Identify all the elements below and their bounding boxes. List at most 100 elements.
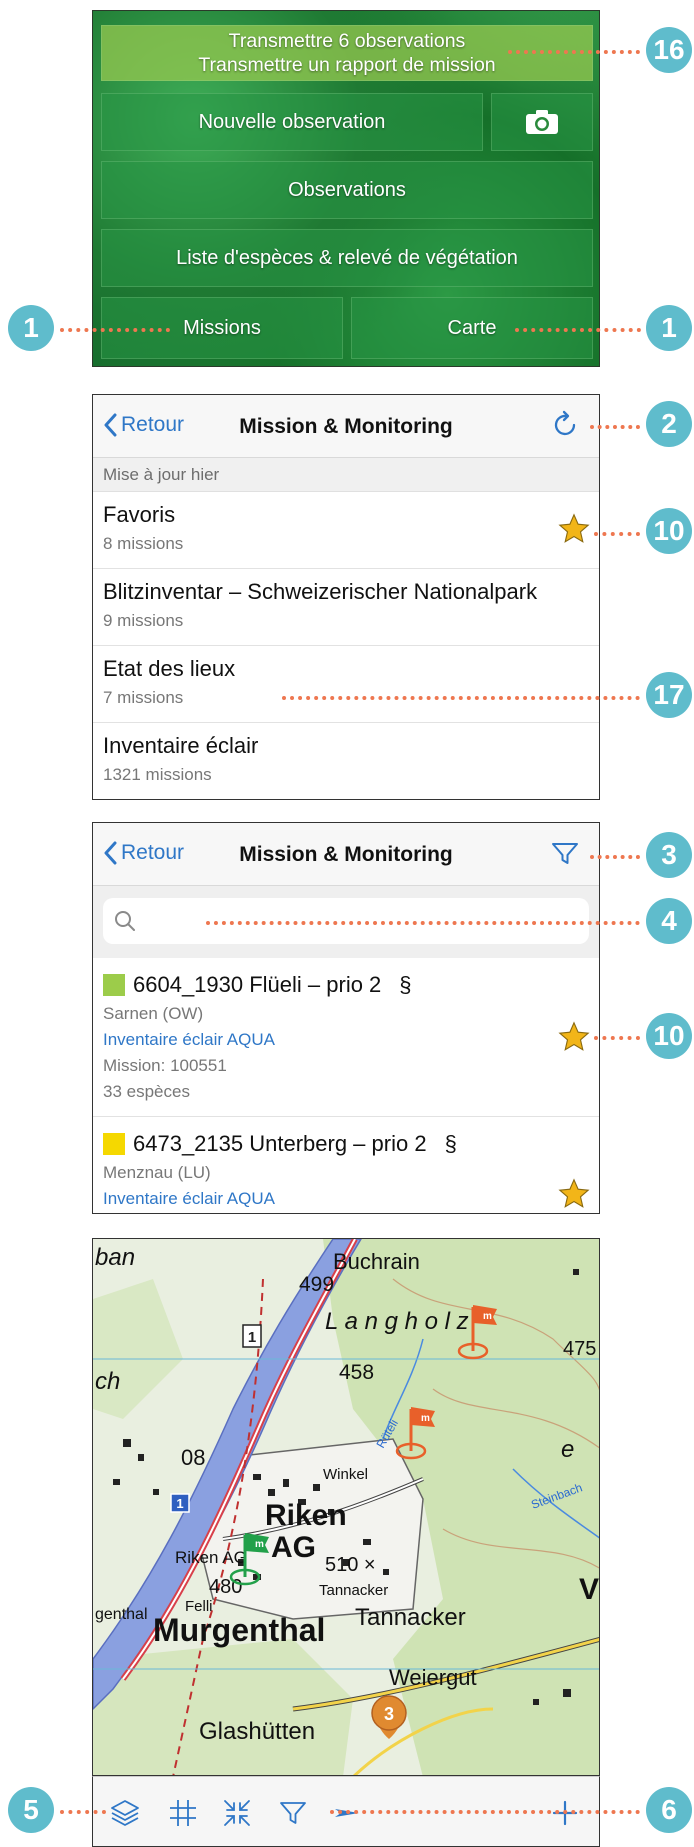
list-item-title: Inventaire éclair bbox=[103, 733, 259, 758]
observations-button[interactable]: Observations bbox=[101, 161, 593, 219]
mission-title: 6473_2135 Unterberg – prio 2 § bbox=[103, 1131, 457, 1157]
svg-text:m: m bbox=[421, 1413, 430, 1424]
callout-badge: 4 bbox=[646, 898, 692, 944]
list-item-favorites[interactable]: Favoris 8 missions bbox=[93, 492, 599, 569]
callout-badge: 1 bbox=[8, 305, 54, 351]
species-list-label: Liste d'espèces & relevé de végétation bbox=[176, 246, 518, 269]
map-label: Carte bbox=[447, 316, 497, 339]
callout-line bbox=[508, 50, 640, 54]
cluster-count: 3 bbox=[384, 1704, 394, 1724]
callout-badge: 1 bbox=[646, 305, 692, 351]
callout-line bbox=[60, 1810, 106, 1814]
svg-text:m: m bbox=[255, 1539, 264, 1550]
camera-button[interactable] bbox=[491, 93, 593, 151]
map-label: Riken bbox=[265, 1499, 347, 1532]
star-icon[interactable] bbox=[557, 1177, 591, 1211]
map-label: L a n g h o l z bbox=[325, 1308, 469, 1335]
map-label: e bbox=[561, 1436, 574, 1463]
filter-icon[interactable] bbox=[277, 1797, 309, 1829]
map-label: 08 bbox=[181, 1445, 205, 1470]
new-observation-button[interactable]: Nouvelle observation bbox=[101, 93, 483, 151]
list-item[interactable]: Etat des lieux 7 missions bbox=[93, 646, 599, 723]
layers-icon[interactable] bbox=[109, 1797, 141, 1829]
callout-badge: 17 bbox=[646, 672, 692, 718]
missions-label: Missions bbox=[183, 316, 261, 339]
mission-search-panel: Retour Mission & Monitoring 6604_1930 Fl… bbox=[92, 822, 600, 1214]
mission-program-link[interactable]: Inventaire éclair AQUA bbox=[103, 1030, 275, 1050]
update-status: Mise à jour hier bbox=[93, 458, 599, 492]
topographic-map[interactable]: 1 1 ban ch Buchrain 499 L a n g h o l z … bbox=[93, 1239, 600, 1776]
list-item-title: Etat des lieux bbox=[103, 656, 236, 681]
map-label: ch bbox=[95, 1368, 120, 1395]
callout-badge: 3 bbox=[646, 832, 692, 878]
callout-badge: 16 bbox=[646, 27, 692, 73]
list-item-title: Blitzinventar – Schweizerischer National… bbox=[103, 579, 538, 604]
callout-line bbox=[594, 1036, 640, 1040]
page-title: Mission & Monitoring bbox=[239, 415, 453, 438]
mission-row[interactable]: 6604_1930 Flüeli – prio 2 § Sarnen (OW) … bbox=[93, 958, 599, 1117]
map-label: V bbox=[579, 1573, 599, 1606]
list-item[interactable]: Blitzinventar – Schweizerischer National… bbox=[93, 569, 599, 646]
callout-line bbox=[590, 855, 640, 859]
callout-badge: 10 bbox=[646, 508, 692, 554]
list-item-subtitle: 7 missions bbox=[103, 688, 184, 707]
map-label: Winkel bbox=[323, 1466, 368, 1483]
home-menu-panel: Transmettre 6 observations Transmettre u… bbox=[92, 10, 600, 367]
callout-line bbox=[594, 532, 640, 536]
star-icon[interactable] bbox=[557, 1020, 591, 1054]
map-label: 480 bbox=[209, 1576, 242, 1598]
map-label: Murgenthal bbox=[153, 1612, 325, 1648]
map-label: 499 bbox=[299, 1273, 334, 1296]
species-list-button[interactable]: Liste d'espèces & relevé de végétation bbox=[101, 229, 593, 287]
cluster-marker[interactable]: 3 bbox=[371, 1695, 407, 1739]
collapse-icon[interactable] bbox=[221, 1797, 253, 1829]
transmit-observations-label: Transmettre 6 observations bbox=[228, 30, 466, 52]
map-label: Tannacker bbox=[319, 1582, 388, 1599]
callout-line bbox=[590, 425, 640, 429]
map-label: 458 bbox=[339, 1361, 374, 1384]
list-item-subtitle: 9 missions bbox=[103, 611, 184, 630]
priority-color-swatch bbox=[103, 1133, 125, 1155]
list-item-title: Favoris bbox=[103, 502, 176, 527]
page-title: Mission & Monitoring bbox=[239, 843, 453, 866]
callout-badge: 6 bbox=[646, 1787, 692, 1833]
nav-bar: Retour Mission & Monitoring bbox=[93, 395, 599, 458]
paragraph-icon: § bbox=[399, 972, 412, 997]
priority-color-swatch bbox=[103, 974, 125, 996]
mission-location: Sarnen (OW) bbox=[103, 1004, 204, 1023]
map-label: Riken AG bbox=[175, 1548, 247, 1567]
callout-badge: 5 bbox=[8, 1787, 54, 1833]
mission-title-text: 6604_1930 Flüeli – prio 2 bbox=[133, 972, 382, 997]
map-label: ban bbox=[95, 1244, 135, 1271]
callout-line bbox=[60, 328, 170, 332]
map-label: 510 × bbox=[325, 1554, 376, 1576]
list-item[interactable]: Inventaire éclair 1321 missions bbox=[93, 723, 599, 799]
paragraph-icon: § bbox=[444, 1131, 457, 1156]
new-observation-label: Nouvelle observation bbox=[198, 110, 386, 133]
mission-program-link[interactable]: Inventaire éclair AQUA bbox=[103, 1189, 275, 1209]
list-item-subtitle: 1321 missions bbox=[103, 765, 212, 784]
road-number-label: 1 bbox=[248, 1329, 256, 1346]
mission-row[interactable]: 6473_2135 Unterberg – prio 2 § Menznau (… bbox=[93, 1117, 599, 1213]
grid-icon[interactable] bbox=[167, 1797, 199, 1829]
map-label: Glashütten bbox=[199, 1718, 315, 1745]
map-label: Buchrain bbox=[333, 1249, 420, 1274]
callout-badge: 10 bbox=[646, 1013, 692, 1059]
camera-icon bbox=[526, 110, 558, 134]
mission-id: Mission: 100551 bbox=[103, 1056, 227, 1075]
search-icon bbox=[115, 911, 135, 931]
star-icon[interactable] bbox=[557, 512, 591, 546]
transmit-report-label: Transmettre un rapport de mission bbox=[198, 54, 496, 76]
mission-title: 6604_1930 Flüeli – prio 2 § bbox=[103, 972, 412, 998]
map-label: AG bbox=[271, 1531, 316, 1564]
refresh-icon[interactable] bbox=[549, 409, 581, 441]
map-label: Weiergut bbox=[389, 1665, 477, 1690]
callout-line bbox=[330, 1810, 640, 1814]
species-count: 33 espèces bbox=[103, 1082, 190, 1101]
mission-title-text: 6473_2135 Unterberg – prio 2 bbox=[133, 1131, 427, 1156]
filter-icon[interactable] bbox=[549, 837, 581, 869]
mission-location: Menznau (LU) bbox=[103, 1163, 211, 1182]
map-label: Tannacker bbox=[355, 1604, 466, 1631]
callout-line bbox=[206, 921, 640, 925]
map-view[interactable]: 1 1 ban ch Buchrain 499 L a n g h o l z … bbox=[92, 1238, 600, 1776]
